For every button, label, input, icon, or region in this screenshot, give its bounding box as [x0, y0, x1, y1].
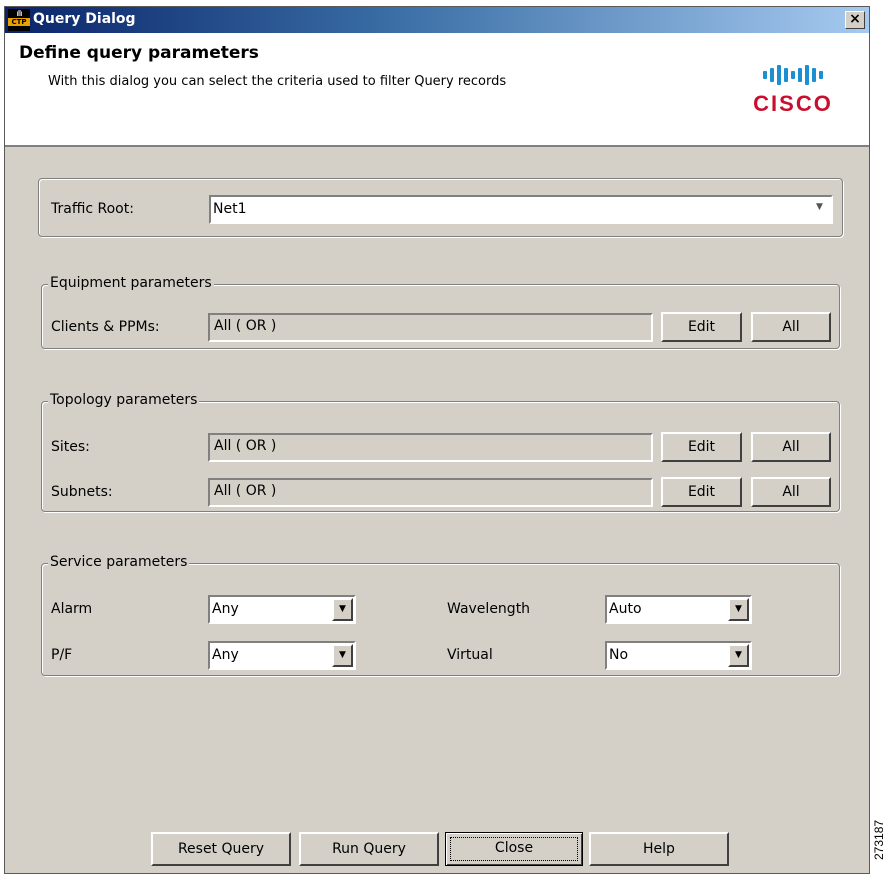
window-title: Query Dialog	[33, 11, 136, 27]
alarm-select[interactable]: Any ▼	[208, 595, 356, 624]
chevron-down-icon[interactable]: ▼	[728, 644, 749, 667]
virtual-label: Virtual	[447, 647, 493, 663]
alarm-label: Alarm	[51, 601, 93, 617]
wavelength-label: Wavelength	[447, 601, 531, 617]
pf-select[interactable]: Any ▼	[208, 641, 356, 670]
chevron-down-icon[interactable]: ▼	[728, 598, 749, 621]
close-icon: ×	[849, 11, 861, 27]
sites-edit-button[interactable]: Edit	[661, 432, 742, 462]
service-parameters-legend: Service parameters	[48, 554, 190, 570]
subnets-all-button[interactable]: All	[751, 477, 831, 507]
chevron-down-icon[interactable]: ▼	[332, 644, 353, 667]
traffic-root-panel: Traffic Root: Net1 ▼	[38, 178, 843, 237]
equipment-parameters-group: Equipment parameters Clients & PPMs: All…	[41, 275, 840, 349]
clients-edit-button[interactable]: Edit	[661, 312, 742, 342]
alarm-value: Any	[212, 601, 239, 617]
clients-all-button[interactable]: All	[751, 312, 831, 342]
clients-ppms-field: All ( OR )	[208, 313, 653, 342]
clients-ppms-label: Clients & PPMs:	[51, 319, 160, 335]
figure-id: 273187	[872, 819, 886, 860]
cisco-logo: CISCO	[743, 61, 843, 121]
cisco-bars-icon	[743, 61, 843, 89]
header-description: With this dialog you can select the crit…	[48, 74, 507, 89]
dialog-header: Define query parameters With this dialog…	[5, 33, 869, 147]
pf-value: Any	[212, 647, 239, 663]
header-title: Define query parameters	[19, 43, 259, 63]
chevron-down-icon[interactable]: ▼	[809, 198, 830, 221]
subnets-field: All ( OR )	[208, 478, 653, 507]
reset-query-button[interactable]: Reset Query	[151, 832, 291, 866]
focus-ring	[450, 837, 578, 861]
ctp-app-icon: ıllı CTP	[8, 9, 30, 31]
traffic-root-value: Net1	[213, 201, 247, 217]
topology-parameters-group: Topology parameters Sites: All ( OR ) Ed…	[41, 392, 840, 512]
traffic-root-select[interactable]: Net1 ▼	[209, 195, 833, 224]
virtual-select[interactable]: No ▼	[605, 641, 752, 670]
equipment-parameters-legend: Equipment parameters	[48, 275, 214, 291]
pf-label: P/F	[51, 647, 73, 663]
sites-label: Sites:	[51, 439, 90, 455]
subnets-label: Subnets:	[51, 484, 113, 500]
cisco-wordmark: CISCO	[753, 91, 833, 116]
run-query-button[interactable]: Run Query	[299, 832, 439, 866]
close-button[interactable]: Close	[445, 832, 583, 866]
subnets-edit-button[interactable]: Edit	[661, 477, 742, 507]
service-parameters-group: Service parameters Alarm Any ▼ Wavelengt…	[41, 554, 840, 676]
wavelength-select[interactable]: Auto ▼	[605, 595, 752, 624]
title-bar[interactable]: ıllı CTP Query Dialog ×	[5, 7, 869, 33]
virtual-value: No	[609, 647, 629, 663]
topology-parameters-legend: Topology parameters	[48, 392, 200, 408]
close-window-button[interactable]: ×	[845, 11, 865, 29]
traffic-root-label: Traffic Root:	[51, 201, 134, 217]
help-button[interactable]: Help	[589, 832, 729, 866]
query-dialog: ıllı CTP Query Dialog × Define query par…	[4, 6, 870, 874]
sites-all-button[interactable]: All	[751, 432, 831, 462]
wavelength-value: Auto	[609, 601, 642, 617]
chevron-down-icon[interactable]: ▼	[332, 598, 353, 621]
sites-field: All ( OR )	[208, 433, 653, 462]
